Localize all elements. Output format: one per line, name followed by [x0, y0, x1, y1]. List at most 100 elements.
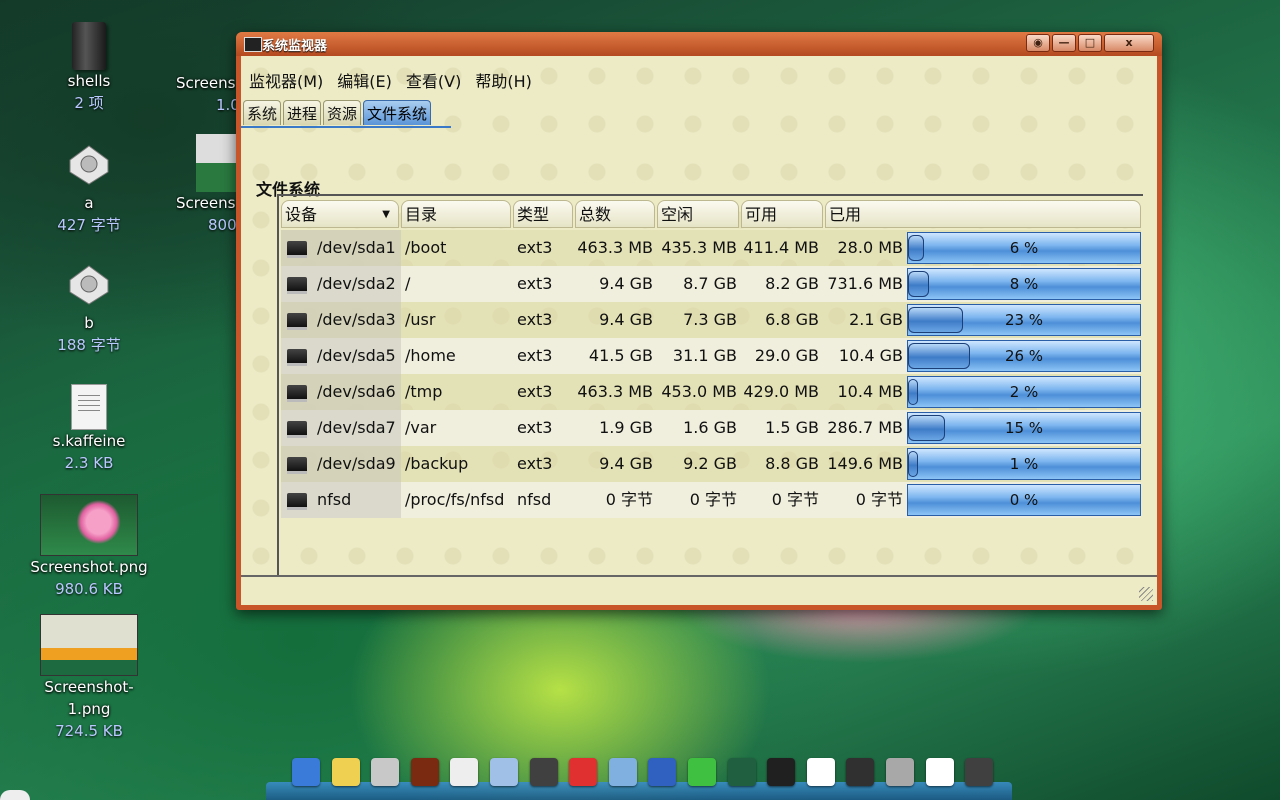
desktop-icon-s-kaffeine[interactable]: s.kaffeine 2.3 KB [24, 384, 154, 474]
free-cell: 9.2 GB [683, 454, 737, 473]
device-cell: /dev/sda2 [281, 266, 401, 302]
table-row[interactable]: nfsd/proc/fs/nfsd nfsd 0 字节 0 字节 0 字节 0 字节 0 % [281, 482, 1141, 518]
desktop-icon-size: 1.0 [216, 96, 236, 114]
speaker-icon[interactable] [371, 758, 400, 786]
tab-filesystems[interactable]: 文件系统 [363, 100, 432, 125]
table-row[interactable]: /dev/sda5/home ext3 41.5 GB 31.1 GB 29.0 GB 1… [281, 338, 1141, 374]
desktop-icon-label: Screens [176, 194, 236, 212]
type-cell: ext3 [517, 382, 553, 401]
menu-edit[interactable]: 编辑(E) [337, 68, 392, 92]
browser-icon[interactable] [529, 758, 558, 786]
device-cell: /dev/sda7 [281, 410, 401, 446]
harddisk-icon [287, 349, 307, 366]
system-monitor-window[interactable]: 系统监视器 ◉ — □ x 监视器(M) 编辑(E) 查看(V) 帮助(H) 系… [236, 32, 1162, 610]
desktop-icon-shells[interactable]: shells 2 项 [24, 22, 154, 114]
usage-bar: 2 % [907, 376, 1141, 408]
column-header-device[interactable]: 设备 ▼ [281, 200, 399, 228]
table-row[interactable]: /dev/sda9/backup ext3 9.4 GB 9.2 GB 8.8 GB 14… [281, 446, 1141, 482]
used-cell: 0 字节 [855, 490, 903, 509]
qq-penguin-icon[interactable] [569, 758, 598, 786]
usage-bar: 6 % [907, 232, 1141, 264]
desktop-icon-label: a [84, 194, 94, 212]
desktop-icon-label: b [84, 314, 94, 332]
device-name: /dev/sda9 [317, 454, 396, 473]
device-cell: /dev/sda9 [281, 446, 401, 482]
resize-grip-icon[interactable] [1139, 587, 1153, 601]
usage-percent: 23 % [1004, 311, 1044, 329]
usage-bar: 26 % [907, 340, 1141, 372]
script-gear-icon [69, 145, 109, 185]
table-row[interactable]: /dev/sda6/tmp ext3 463.3 MB 453.0 MB 429.0 M… [281, 374, 1141, 410]
book-icon[interactable] [767, 758, 796, 786]
device-name: /dev/sda1 [317, 238, 396, 257]
clapper-icon[interactable] [410, 758, 439, 786]
menu-help[interactable]: 帮助(H) [475, 68, 532, 92]
harddisk-icon [287, 457, 307, 474]
desktop-icon-label: Screenshot.png [30, 558, 148, 576]
gem-icon[interactable] [688, 758, 716, 786]
menu-view[interactable]: 查看(V) [406, 68, 461, 92]
system-monitor-icon[interactable] [292, 758, 320, 786]
restore-button[interactable]: ◉ [1026, 34, 1050, 52]
screen-icon[interactable] [846, 758, 875, 786]
image-thumbnail-icon [40, 494, 138, 556]
close-button[interactable]: x [1104, 34, 1154, 52]
used-cell: 149.6 MB [827, 454, 903, 473]
folder-icon [72, 22, 106, 70]
tab-resources[interactable]: 资源 [323, 100, 362, 125]
sort-arrow-icon: ▼ [382, 209, 390, 220]
corner-notification[interactable] [0, 790, 30, 800]
table-header: 设备 ▼ 目录 类型 总数 空闲 可用 已用 [281, 198, 1141, 228]
tab-system[interactable]: 系统 [243, 100, 282, 125]
pencil-icon[interactable] [608, 758, 637, 786]
status-bar [241, 575, 1157, 605]
chat-icon[interactable] [450, 758, 479, 786]
column-header-type[interactable]: 类型 [513, 200, 573, 228]
desktop-icon-partial-1[interactable]: Screens 1.0 [176, 22, 236, 116]
usage-bar: 1 % [907, 448, 1141, 480]
available-cell: 411.4 MB [743, 238, 819, 257]
table-row[interactable]: /dev/sda1/boot ext3 463.3 MB 435.3 MB 411.4 … [281, 230, 1141, 266]
notes-icon[interactable] [331, 758, 360, 786]
tab-processes[interactable]: 进程 [283, 100, 322, 125]
column-header-directory[interactable]: 目录 [401, 200, 511, 228]
power-icon[interactable] [965, 758, 994, 786]
column-header-available[interactable]: 可用 [741, 200, 823, 228]
directory-cell: /usr [405, 310, 436, 329]
free-cell: 453.0 MB [661, 382, 737, 401]
column-header-free[interactable]: 空闲 [657, 200, 739, 228]
desktop-icon-screenshot-png[interactable]: Screenshot.png 980.6 KB [24, 494, 154, 600]
usage-percent: 15 % [1004, 419, 1044, 437]
desktop-icon-size: 2 项 [74, 94, 104, 112]
available-cell: 6.8 GB [765, 310, 819, 329]
available-cell: 1.5 GB [765, 418, 819, 437]
device-cell: /dev/sda3 [281, 302, 401, 338]
harddisk-icon [287, 493, 307, 510]
graphics-icon[interactable] [490, 758, 518, 786]
cpu-icon[interactable] [806, 758, 835, 786]
desktop-icon-partial-2[interactable]: Screens 800 [176, 134, 236, 236]
column-header-total[interactable]: 总数 [575, 200, 655, 228]
desktop-icon-label: shells [67, 72, 111, 90]
desktop-icon-b[interactable]: b 188 字节 [24, 262, 154, 356]
maximize-button[interactable]: □ [1078, 34, 1102, 52]
table-row[interactable]: /dev/sda2 / ext3 9.4 GB 8.7 GB 8.2 GB 731.6 MB… [281, 266, 1141, 302]
table-row[interactable]: /dev/sda3/usr ext3 9.4 GB 7.3 GB 6.8 GB 2.1 G… [281, 302, 1141, 338]
desktop-icon-a[interactable]: a 427 字节 [24, 142, 154, 236]
column-header-used[interactable]: 已用 [825, 200, 1141, 228]
used-cell: 10.4 GB [838, 346, 903, 365]
desktop-icon-screenshot-1-png[interactable]: Screenshot-1.png 724.5 KB [24, 614, 154, 742]
globe-icon[interactable] [648, 758, 677, 786]
window-title: 系统监视器 [262, 39, 328, 54]
table-row[interactable]: /dev/sda7/var ext3 1.9 GB 1.6 GB 1.5 GB 286.7… [281, 410, 1141, 446]
window-titlebar[interactable]: 系统监视器 ◉ — □ x [236, 32, 1162, 56]
settings-icon[interactable] [886, 758, 914, 786]
harddisk-icon [287, 421, 307, 438]
free-cell: 1.6 GB [683, 418, 737, 437]
calendar-icon[interactable] [925, 758, 954, 786]
menu-monitor[interactable]: 监视器(M) [249, 68, 323, 92]
terminal-icon[interactable] [727, 758, 756, 786]
minimize-button[interactable]: — [1052, 34, 1076, 52]
harddisk-icon [287, 385, 307, 402]
free-cell: 31.1 GB [672, 346, 737, 365]
